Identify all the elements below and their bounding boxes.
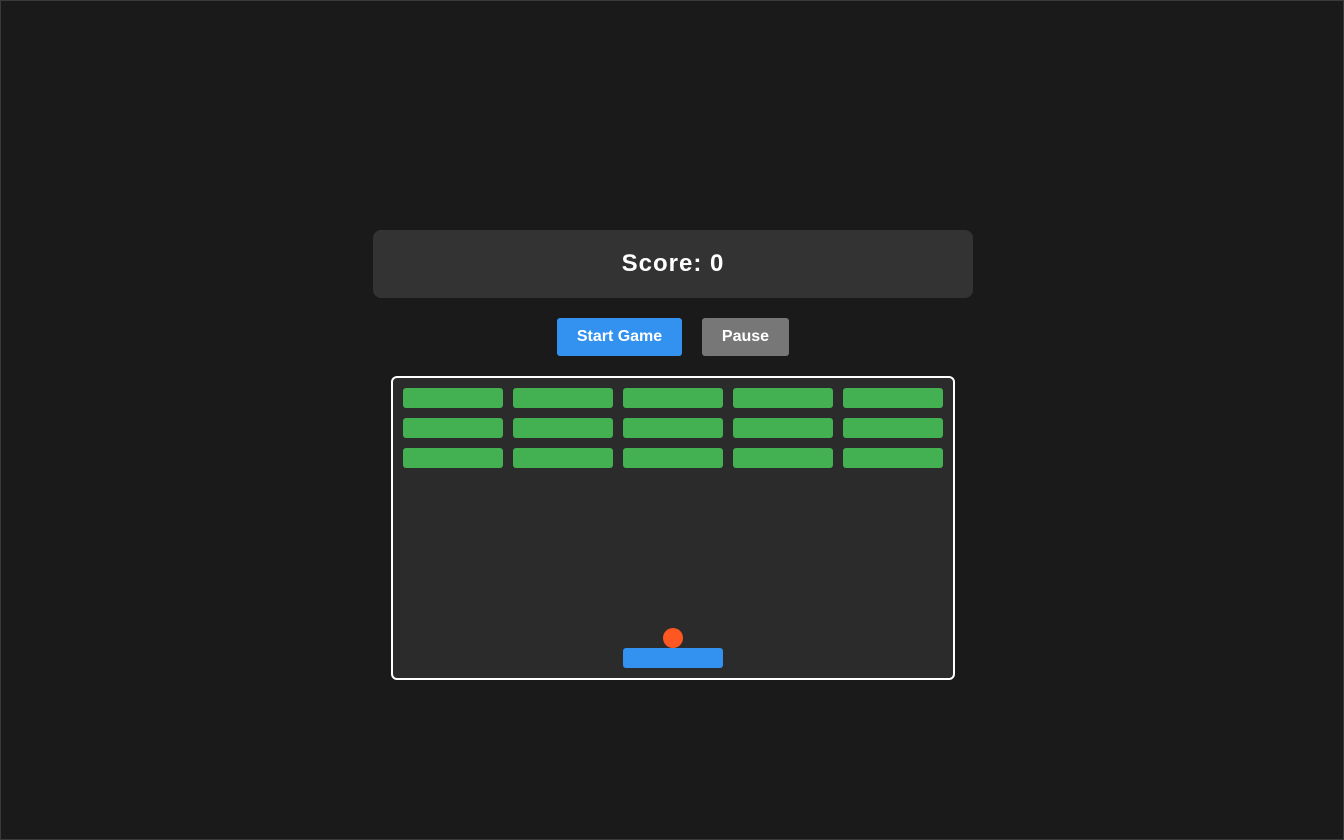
brick [513, 388, 613, 408]
brick [403, 418, 503, 438]
brick [733, 388, 833, 408]
brick [513, 448, 613, 468]
brick [403, 448, 503, 468]
brick [403, 388, 503, 408]
brick [733, 448, 833, 468]
brick [623, 448, 723, 468]
game-viewport: Score: 0 Start Game Pause [0, 0, 1344, 840]
brick [843, 388, 943, 408]
brick [843, 418, 943, 438]
score-display: Score: 0 [621, 250, 725, 277]
game-board[interactable] [391, 376, 955, 680]
paddle[interactable] [623, 648, 723, 668]
score-panel: Score: 0 [373, 230, 973, 298]
start-game-button[interactable]: Start Game [557, 318, 682, 356]
brick [513, 418, 613, 438]
pause-button[interactable]: Pause [702, 318, 789, 356]
brick [843, 448, 943, 468]
ball [663, 628, 683, 648]
brick [623, 388, 723, 408]
brick [733, 418, 833, 438]
brick [623, 418, 723, 438]
